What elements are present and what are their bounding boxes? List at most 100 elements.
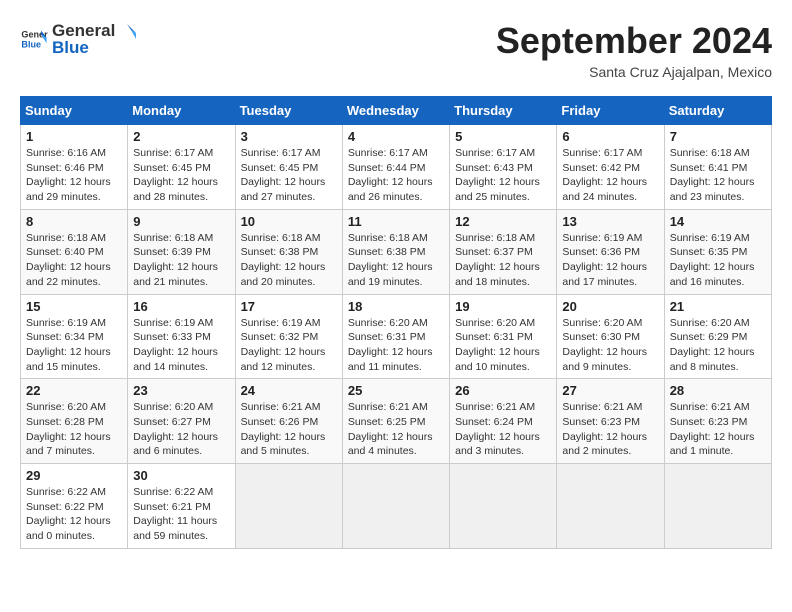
logo-icon: General Blue	[20, 25, 48, 53]
day-number: 18	[348, 299, 444, 314]
sunrise-text: Sunrise: 6:18 AM	[133, 232, 213, 244]
day-of-week-header: Friday	[557, 97, 664, 125]
sunset-text: Sunset: 6:32 PM	[241, 331, 319, 343]
calendar-cell: 22Sunrise: 6:20 AMSunset: 6:28 PMDayligh…	[21, 379, 128, 464]
sunrise-text: Sunrise: 6:22 AM	[26, 486, 106, 498]
calendar-cell: 16Sunrise: 6:19 AMSunset: 6:33 PMDayligh…	[128, 294, 235, 379]
day-info: Sunrise: 6:22 AM Sunset: 6:22 PM Daylight:…	[26, 485, 122, 544]
calendar-cell: 6 Sunrise: 6:17 AMSunset: 6:42 PMDaylight…	[557, 125, 664, 210]
calendar-cell: 15Sunrise: 6:19 AMSunset: 6:34 PMDayligh…	[21, 294, 128, 379]
calendar-cell: 5Sunrise: 6:17 AMSunset: 6:43 PMDaylight…	[450, 125, 557, 210]
sunset-text: Sunset: 6:31 PM	[455, 331, 533, 343]
daylight-text: Daylight: 12 hours and 26 minutes.	[348, 176, 433, 203]
day-info: Sunrise: 6:20 AMSunset: 6:27 PMDaylight:…	[133, 400, 229, 459]
calendar-week-row: 29 Sunrise: 6:22 AM Sunset: 6:22 PM Dayligh…	[21, 464, 772, 549]
sunrise-text: Sunrise: 6:18 AM	[455, 232, 535, 244]
day-number: 27	[562, 383, 658, 398]
day-info: Sunrise: 6:18 AMSunset: 6:40 PMDaylight:…	[26, 231, 122, 290]
sunrise-text: Sunrise: 6:20 AM	[26, 401, 106, 413]
sunrise-text: Sunrise: 6:20 AM	[133, 401, 213, 413]
daylight-text: Daylight: 12 hours and 8 minutes.	[670, 346, 755, 373]
day-info: Sunrise: 6:16 AMSunset: 6:46 PMDaylight:…	[26, 146, 122, 205]
sunset-text: Sunset: 6:44 PM	[348, 162, 426, 174]
day-info: Sunrise: 6:19 AM Sunset: 6:35 PM Daylight:…	[670, 231, 766, 290]
sunset-text: Sunset: 6:34 PM	[26, 331, 104, 343]
daylight-text: Daylight: 12 hours and 3 minutes.	[455, 431, 540, 458]
sunrise-text: Sunrise: 6:20 AM	[562, 317, 642, 329]
sunrise-text: Sunrise: 6:19 AM	[133, 317, 213, 329]
sunset-text: Sunset: 6:23 PM	[670, 416, 748, 428]
day-info: Sunrise: 6:19 AMSunset: 6:34 PMDaylight:…	[26, 316, 122, 375]
day-number: 24	[241, 383, 337, 398]
day-number: 21	[670, 299, 766, 314]
sunset-text: Sunset: 6:26 PM	[241, 416, 319, 428]
daylight-text: Daylight: 12 hours and 14 minutes.	[133, 346, 218, 373]
day-info: Sunrise: 6:17 AMSunset: 6:42 PMDaylight:…	[562, 146, 658, 205]
sunset-text: Sunset: 6:38 PM	[348, 246, 426, 258]
day-info: Sunrise: 6:19 AMSunset: 6:32 PMDaylight:…	[241, 316, 337, 375]
daylight-text: Daylight: 12 hours and 0 minutes.	[26, 515, 111, 542]
day-info: Sunrise: 6:21 AMSunset: 6:24 PMDaylight:…	[455, 400, 551, 459]
sunset-text: Sunset: 6:35 PM	[670, 246, 748, 258]
daylight-text: Daylight: 12 hours and 2 minutes.	[562, 431, 647, 458]
daylight-text: Daylight: 12 hours and 23 minutes.	[670, 176, 755, 203]
day-info: Sunrise: 6:17 AMSunset: 6:43 PMDaylight:…	[455, 146, 551, 205]
sunrise-text: Sunrise: 6:18 AM	[241, 232, 321, 244]
page-header: General Blue General Blue September 2024…	[20, 20, 772, 80]
day-number: 9	[133, 214, 229, 229]
day-info: Sunrise: 6:17 AMSunset: 6:45 PMDaylight:…	[133, 146, 229, 205]
sunrise-text: Sunrise: 6:17 AM	[348, 147, 428, 159]
calendar-cell: 17Sunrise: 6:19 AMSunset: 6:32 PMDayligh…	[235, 294, 342, 379]
day-info: Sunrise: 6:21 AMSunset: 6:26 PMDaylight:…	[241, 400, 337, 459]
sunset-text: Sunset: 6:43 PM	[455, 162, 533, 174]
sunset-text: Sunset: 6:46 PM	[26, 162, 104, 174]
calendar-cell	[450, 464, 557, 549]
calendar-week-row: 1Sunrise: 6:16 AMSunset: 6:46 PMDaylight…	[21, 125, 772, 210]
day-number: 2	[133, 129, 229, 144]
sunset-text: Sunset: 6:30 PM	[562, 331, 640, 343]
sunset-text: Sunset: 6:27 PM	[133, 416, 211, 428]
day-number: 6	[562, 129, 658, 144]
sunrise-text: Sunrise: 6:21 AM	[241, 401, 321, 413]
daylight-text: Daylight: 12 hours and 4 minutes.	[348, 431, 433, 458]
sunrise-text: Sunrise: 6:19 AM	[670, 232, 750, 244]
day-info: Sunrise: 6:21 AMSunset: 6:23 PMDaylight:…	[562, 400, 658, 459]
calendar-cell	[664, 464, 771, 549]
calendar-cell: 12Sunrise: 6:18 AMSunset: 6:37 PMDayligh…	[450, 209, 557, 294]
sunrise-text: Sunrise: 6:17 AM	[133, 147, 213, 159]
sunrise-text: Sunrise: 6:21 AM	[670, 401, 750, 413]
day-info: Sunrise: 6:18 AM Sunset: 6:38 PM Daylight:…	[241, 231, 337, 290]
daylight-text: Daylight: 12 hours and 1 minute.	[670, 431, 755, 458]
calendar-cell: 10Sunrise: 6:18 AMSunset: 6:38 PMDayligh…	[235, 209, 342, 294]
calendar-cell: 2 Sunrise: 6:17 AMSunset: 6:45 PMDaylight…	[128, 125, 235, 210]
day-of-week-header: Monday	[128, 97, 235, 125]
sunset-text: Sunset: 6:45 PM	[241, 162, 319, 174]
day-info: Sunrise: 6:18 AMSunset: 6:38 PMDaylight:…	[348, 231, 444, 290]
sunset-text: Sunset: 6:38 PM	[241, 246, 319, 258]
logo: General Blue General Blue	[20, 20, 139, 58]
sunrise-text: Sunrise: 6:18 AM	[670, 147, 750, 159]
day-number: 23	[133, 383, 229, 398]
daylight-text: Daylight: 12 hours and 16 minutes.	[670, 261, 755, 288]
calendar-cell: 14Sunrise: 6:19 AMSunset: 6:35 PMDayligh…	[664, 209, 771, 294]
daylight-text: Daylight: 12 hours and 25 minutes.	[455, 176, 540, 203]
svg-text:Blue: Blue	[21, 39, 41, 49]
sunrise-text: Sunrise: 6:21 AM	[348, 401, 428, 413]
sunrise-text: Sunrise: 6:18 AM	[348, 232, 428, 244]
calendar-cell: 24Sunrise: 6:21 AMSunset: 6:26 PMDayligh…	[235, 379, 342, 464]
day-info: Sunrise: 6:18 AMSunset: 6:39 PMDaylight:…	[133, 231, 229, 290]
daylight-text: Daylight: 12 hours and 20 minutes.	[241, 261, 326, 288]
calendar-cell: 4Sunrise: 6:17 AMSunset: 6:44 PMDaylight…	[342, 125, 449, 210]
day-info: Sunrise: 6:21 AM Sunset: 6:23 PM Daylight:…	[670, 400, 766, 459]
sunrise-text: Sunrise: 6:16 AM	[26, 147, 106, 159]
daylight-text: Daylight: 12 hours and 28 minutes.	[133, 176, 218, 203]
sunset-text: Sunset: 6:29 PM	[670, 331, 748, 343]
day-info: Sunrise: 6:20 AMSunset: 6:31 PMDaylight:…	[348, 316, 444, 375]
calendar-cell: 13Sunrise: 6:19 AMSunset: 6:36 PMDayligh…	[557, 209, 664, 294]
day-number: 29	[26, 468, 122, 483]
day-of-week-header: Wednesday	[342, 97, 449, 125]
sunset-text: Sunset: 6:22 PM	[26, 501, 104, 513]
sunset-text: Sunset: 6:21 PM	[133, 501, 211, 513]
day-number: 11	[348, 214, 444, 229]
sunset-text: Sunset: 6:41 PM	[670, 162, 748, 174]
